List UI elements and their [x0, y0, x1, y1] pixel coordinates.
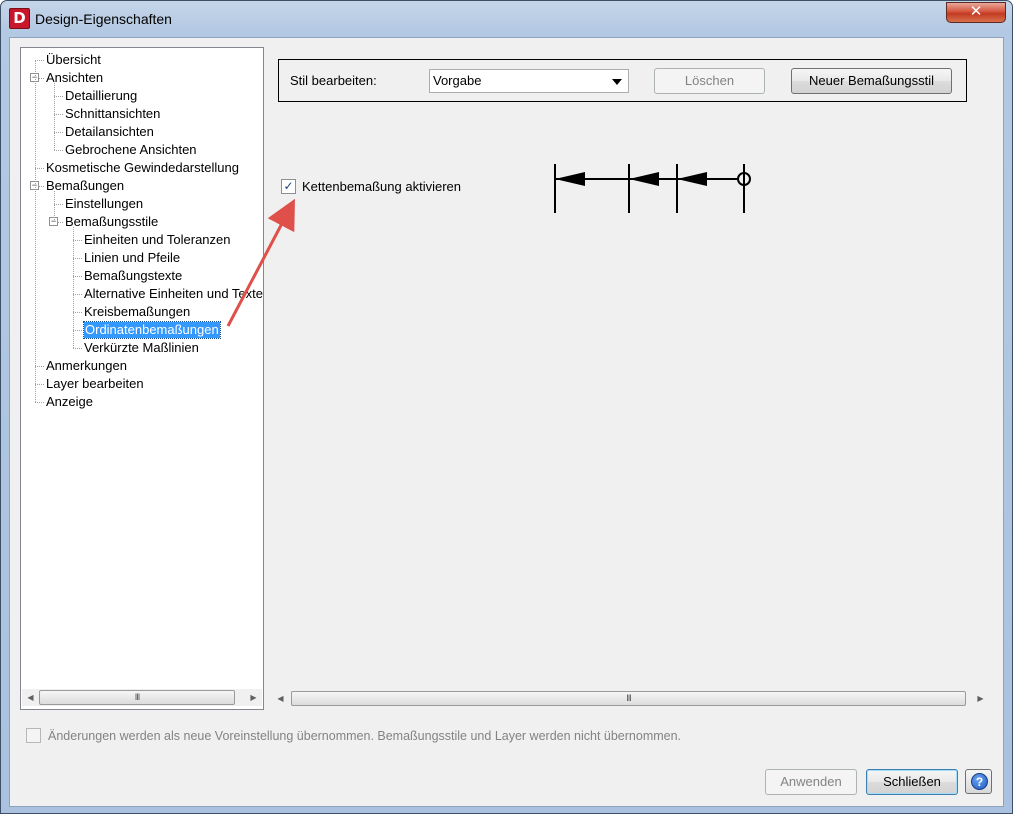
annotation-arrow [226, 198, 295, 327]
help-icon: ? [971, 773, 988, 790]
tree-connector [54, 132, 63, 133]
style-select-value: Vorgabe [433, 73, 482, 88]
tree-scroll-thumb[interactable]: III [39, 690, 235, 705]
tree-item[interactable]: Kosmetische Gewindedarstellung [46, 160, 239, 176]
new-dimension-style-button[interactable]: Neuer Bemaßungsstil [791, 68, 952, 94]
arrowhead-2 [629, 172, 659, 186]
tree-guide [35, 60, 36, 402]
tree-item[interactable]: Detaillierung [65, 88, 137, 104]
close-icon: ✕ [969, 3, 983, 20]
tree-connector [35, 60, 44, 61]
scroll-left-icon[interactable]: ◀ [22, 689, 39, 706]
tree-item[interactable]: Bemaßungstexte [84, 268, 182, 284]
tree-item[interactable]: Detailansichten [65, 124, 154, 140]
tree-connector [54, 96, 63, 97]
delete-style-button[interactable]: Löschen [654, 68, 765, 94]
close-window-button[interactable]: ✕ [946, 2, 1006, 23]
style-select[interactable]: Vorgabe [429, 69, 629, 93]
tree-connector [54, 150, 63, 151]
tree-item[interactable]: Layer bearbeiten [46, 376, 144, 392]
tree-connector [73, 276, 82, 277]
tree-item[interactable]: Anzeige [46, 394, 93, 410]
tree-item[interactable]: Bemaßungsstile [65, 214, 158, 230]
tree-guide [54, 191, 55, 222]
tree-connector [73, 258, 82, 259]
style-editor-group: Stil bearbeiten: Vorgabe Löschen Neuer B… [278, 59, 967, 102]
tree-connector [73, 330, 82, 331]
tree-connector [73, 348, 82, 349]
tree-item[interactable]: Übersicht [46, 52, 101, 68]
dropdown-arrow-icon [612, 79, 622, 85]
arrowhead-3 [677, 172, 707, 186]
preview-horizontal-scrollbar[interactable]: ◀ III ▶ [272, 690, 989, 707]
tree-connector [35, 366, 44, 367]
tree-item[interactable]: Bemaßungen [46, 178, 124, 194]
scroll-right-icon[interactable]: ▶ [972, 690, 989, 707]
chain-dimension-checkbox[interactable]: ✓ [281, 179, 296, 194]
tree-guide [73, 227, 74, 348]
app-icon: D [9, 8, 30, 29]
tree-connector [54, 114, 63, 115]
tree-connector [35, 402, 44, 403]
tree-item[interactable]: Einheiten und Toleranzen [84, 232, 231, 248]
tree-horizontal-scrollbar[interactable]: ◀ III ▶ [22, 689, 262, 706]
tree-item[interactable]: Linien und Pfeile [84, 250, 180, 266]
chain-dimension-label: Kettenbemaßung aktivieren [302, 179, 461, 194]
tree-connector [73, 294, 82, 295]
dialog-client-area: Übersicht − Ansichten Detaillierung Schnitta… [9, 37, 1004, 807]
tree-connector [35, 168, 44, 169]
tree-item[interactable]: Ordinatenbemaßungen [83, 321, 221, 339]
tree-connector [73, 240, 82, 241]
dialog-window: D Design-Eigenschaften ✕ Übersicht − Ansic… [0, 0, 1013, 814]
window-title: Design-Eigenschaften [35, 11, 172, 27]
close-button[interactable]: Schließen [866, 769, 958, 795]
scroll-left-icon[interactable]: ◀ [272, 690, 289, 707]
tree-connector [73, 312, 82, 313]
tree-guide [54, 83, 55, 150]
title-bar[interactable]: D Design-Eigenschaften ✕ [1, 1, 1012, 37]
tree-item[interactable]: Einstellungen [65, 196, 143, 212]
preview-scroll-thumb[interactable]: III [291, 691, 966, 706]
tree-item[interactable]: Anmerkungen [46, 358, 127, 374]
chain-dimension-preview [554, 164, 751, 213]
tree-item[interactable]: Gebrochene Ansichten [65, 142, 197, 158]
navigation-tree: Übersicht − Ansichten Detaillierung Schnitta… [20, 47, 264, 710]
adopt-defaults-checkbox[interactable] [26, 728, 41, 743]
tree-connector [54, 204, 63, 205]
tree-item[interactable]: Schnittansichten [65, 106, 160, 122]
arrowhead-1 [555, 172, 585, 186]
tree-connector [35, 384, 44, 385]
tree-item[interactable]: Verkürzte Maßlinien [84, 340, 199, 356]
scroll-right-icon[interactable]: ▶ [245, 689, 262, 706]
help-button[interactable]: ? [965, 769, 992, 794]
style-editor-label: Stil bearbeiten: [290, 73, 377, 88]
adopt-defaults-note: Änderungen werden als neue Voreinstellun… [48, 729, 682, 743]
checkmark-icon: ✓ [283, 179, 294, 193]
tree-item[interactable]: Kreisbemaßungen [84, 304, 190, 320]
apply-button[interactable]: Anwenden [765, 769, 857, 795]
